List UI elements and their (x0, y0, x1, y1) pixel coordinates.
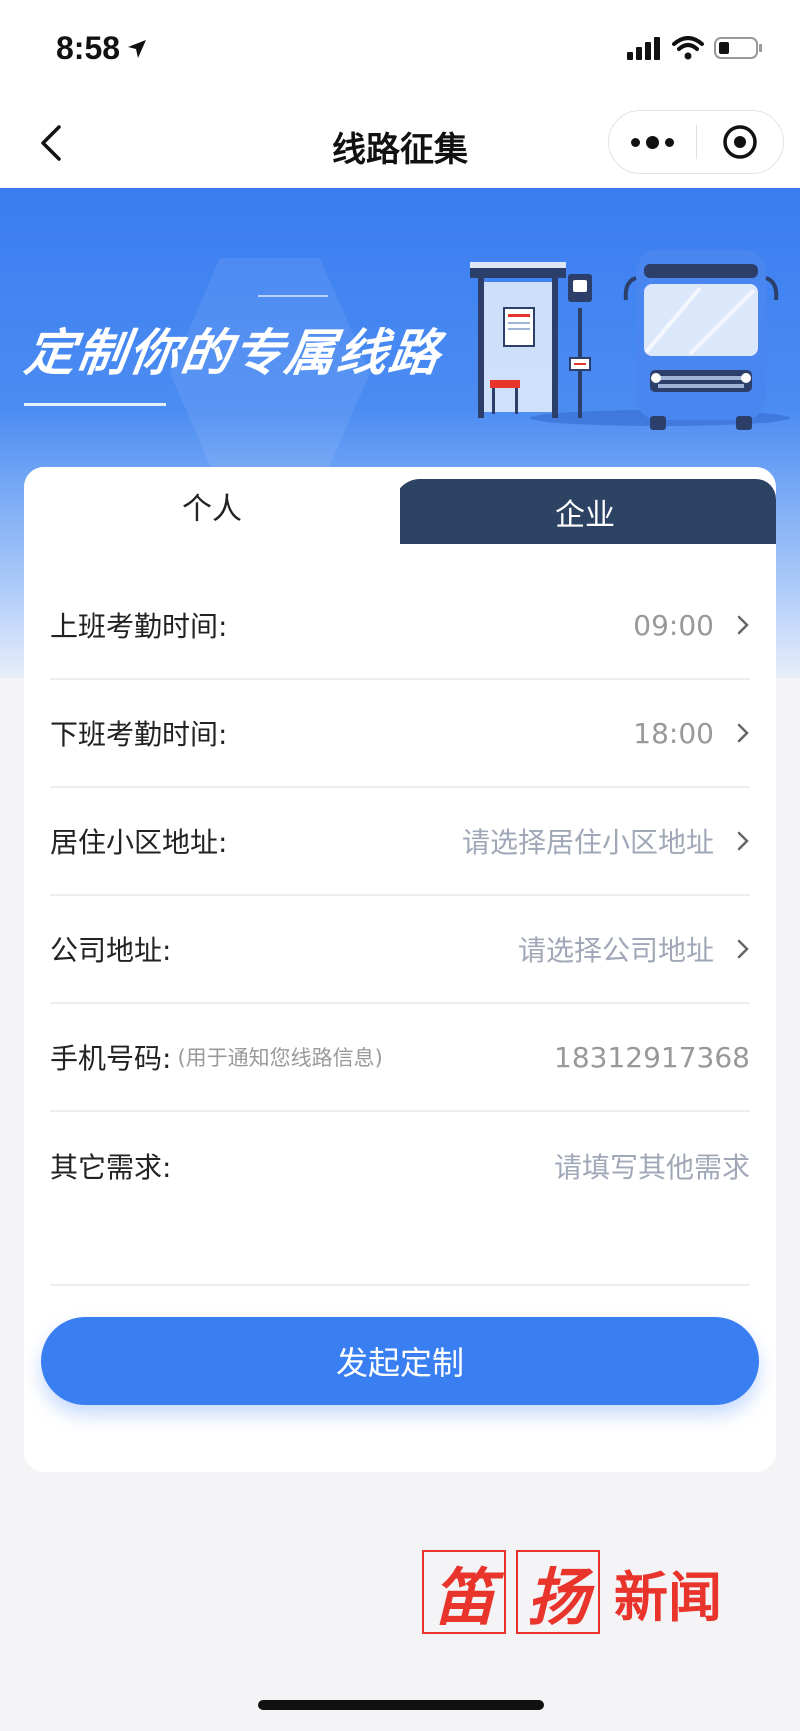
watermark-seal-2: 扬 (516, 1550, 600, 1634)
home-address-placeholder: 请选择居住小区地址 (461, 826, 714, 859)
status-time-text: 8:58 (56, 30, 121, 66)
work-start-time-label: 上班考勤时间: (50, 610, 228, 643)
more-dots-icon (631, 137, 640, 147)
work-end-time-row[interactable]: 下班考勤时间: 18:00 (50, 680, 750, 788)
company-address-row[interactable]: 公司地址: 请选择公司地址 (50, 896, 750, 1004)
work-end-time-label: 下班考勤时间: (50, 718, 228, 751)
watermark-seal-1: 笛 (422, 1550, 506, 1634)
home-indicator[interactable] (258, 1700, 544, 1710)
battery-icon (714, 37, 762, 59)
location-arrow-icon (128, 39, 147, 58)
chevron-right-icon (737, 723, 749, 743)
chevron-right-icon (737, 831, 749, 851)
home-address-row[interactable]: 居住小区地址: 请选择居住小区地址 (50, 788, 750, 896)
target-circle-icon (723, 125, 757, 159)
phone-hint: (用于通知您线路信息) (177, 1046, 383, 1070)
tab-enterprise[interactable]: 企业 (394, 479, 776, 544)
work-start-time-value: 09:00 (633, 608, 714, 642)
status-bar: 8:58 (0, 0, 800, 100)
other-requirements-input[interactable]: 请填写其他需求 (554, 1146, 750, 1186)
company-address-label: 公司地址: (50, 934, 172, 967)
work-start-time-row[interactable]: 上班考勤时间: 09:00 (50, 572, 750, 680)
bus-stop-illustration (470, 250, 790, 430)
home-address-label: 居住小区地址: (50, 826, 228, 859)
more-dot-center (646, 135, 659, 149)
chevron-right-icon (737, 939, 749, 959)
phone-input[interactable]: 18312917368 (554, 1041, 750, 1074)
phone-row[interactable]: 手机号码: (用于通知您线路信息) 18312917368 (50, 1004, 750, 1112)
close-mini-program-button[interactable] (697, 110, 783, 174)
mini-program-capsule (608, 110, 784, 174)
signal-icon (627, 37, 660, 60)
more-button[interactable] (609, 110, 696, 174)
form-card: 企业 个人 上班考勤时间: 09:00 下班考勤时间: 18:00 居住小区地址… (24, 467, 776, 1472)
status-time: 8:58 (56, 30, 148, 67)
phone-label: 手机号码: (50, 1042, 172, 1075)
banner-divider-top (258, 295, 328, 297)
work-end-time-value: 18:00 (633, 716, 714, 750)
more-dot-right (665, 137, 674, 147)
chevron-right-icon (737, 615, 749, 635)
other-requirements-row[interactable]: 其它需求: 请填写其他需求 (50, 1112, 750, 1286)
tab-bar: 企业 个人 (24, 467, 776, 555)
banner-title: 定制你的专属线路 (21, 324, 446, 382)
status-icons (626, 36, 764, 60)
tab-personal[interactable]: 个人 (24, 467, 400, 555)
navbar: 线路征集 (0, 100, 800, 188)
banner-divider-bottom (24, 403, 166, 406)
wifi-icon (672, 36, 704, 60)
company-address-placeholder: 请选择公司地址 (517, 934, 714, 967)
watermark-logo: 笛 扬 新闻 (422, 1550, 742, 1634)
other-requirements-label: 其它需求: (50, 1151, 172, 1184)
watermark-text: 新闻 (614, 1564, 722, 1629)
submit-button[interactable]: 发起定制 (41, 1317, 759, 1405)
